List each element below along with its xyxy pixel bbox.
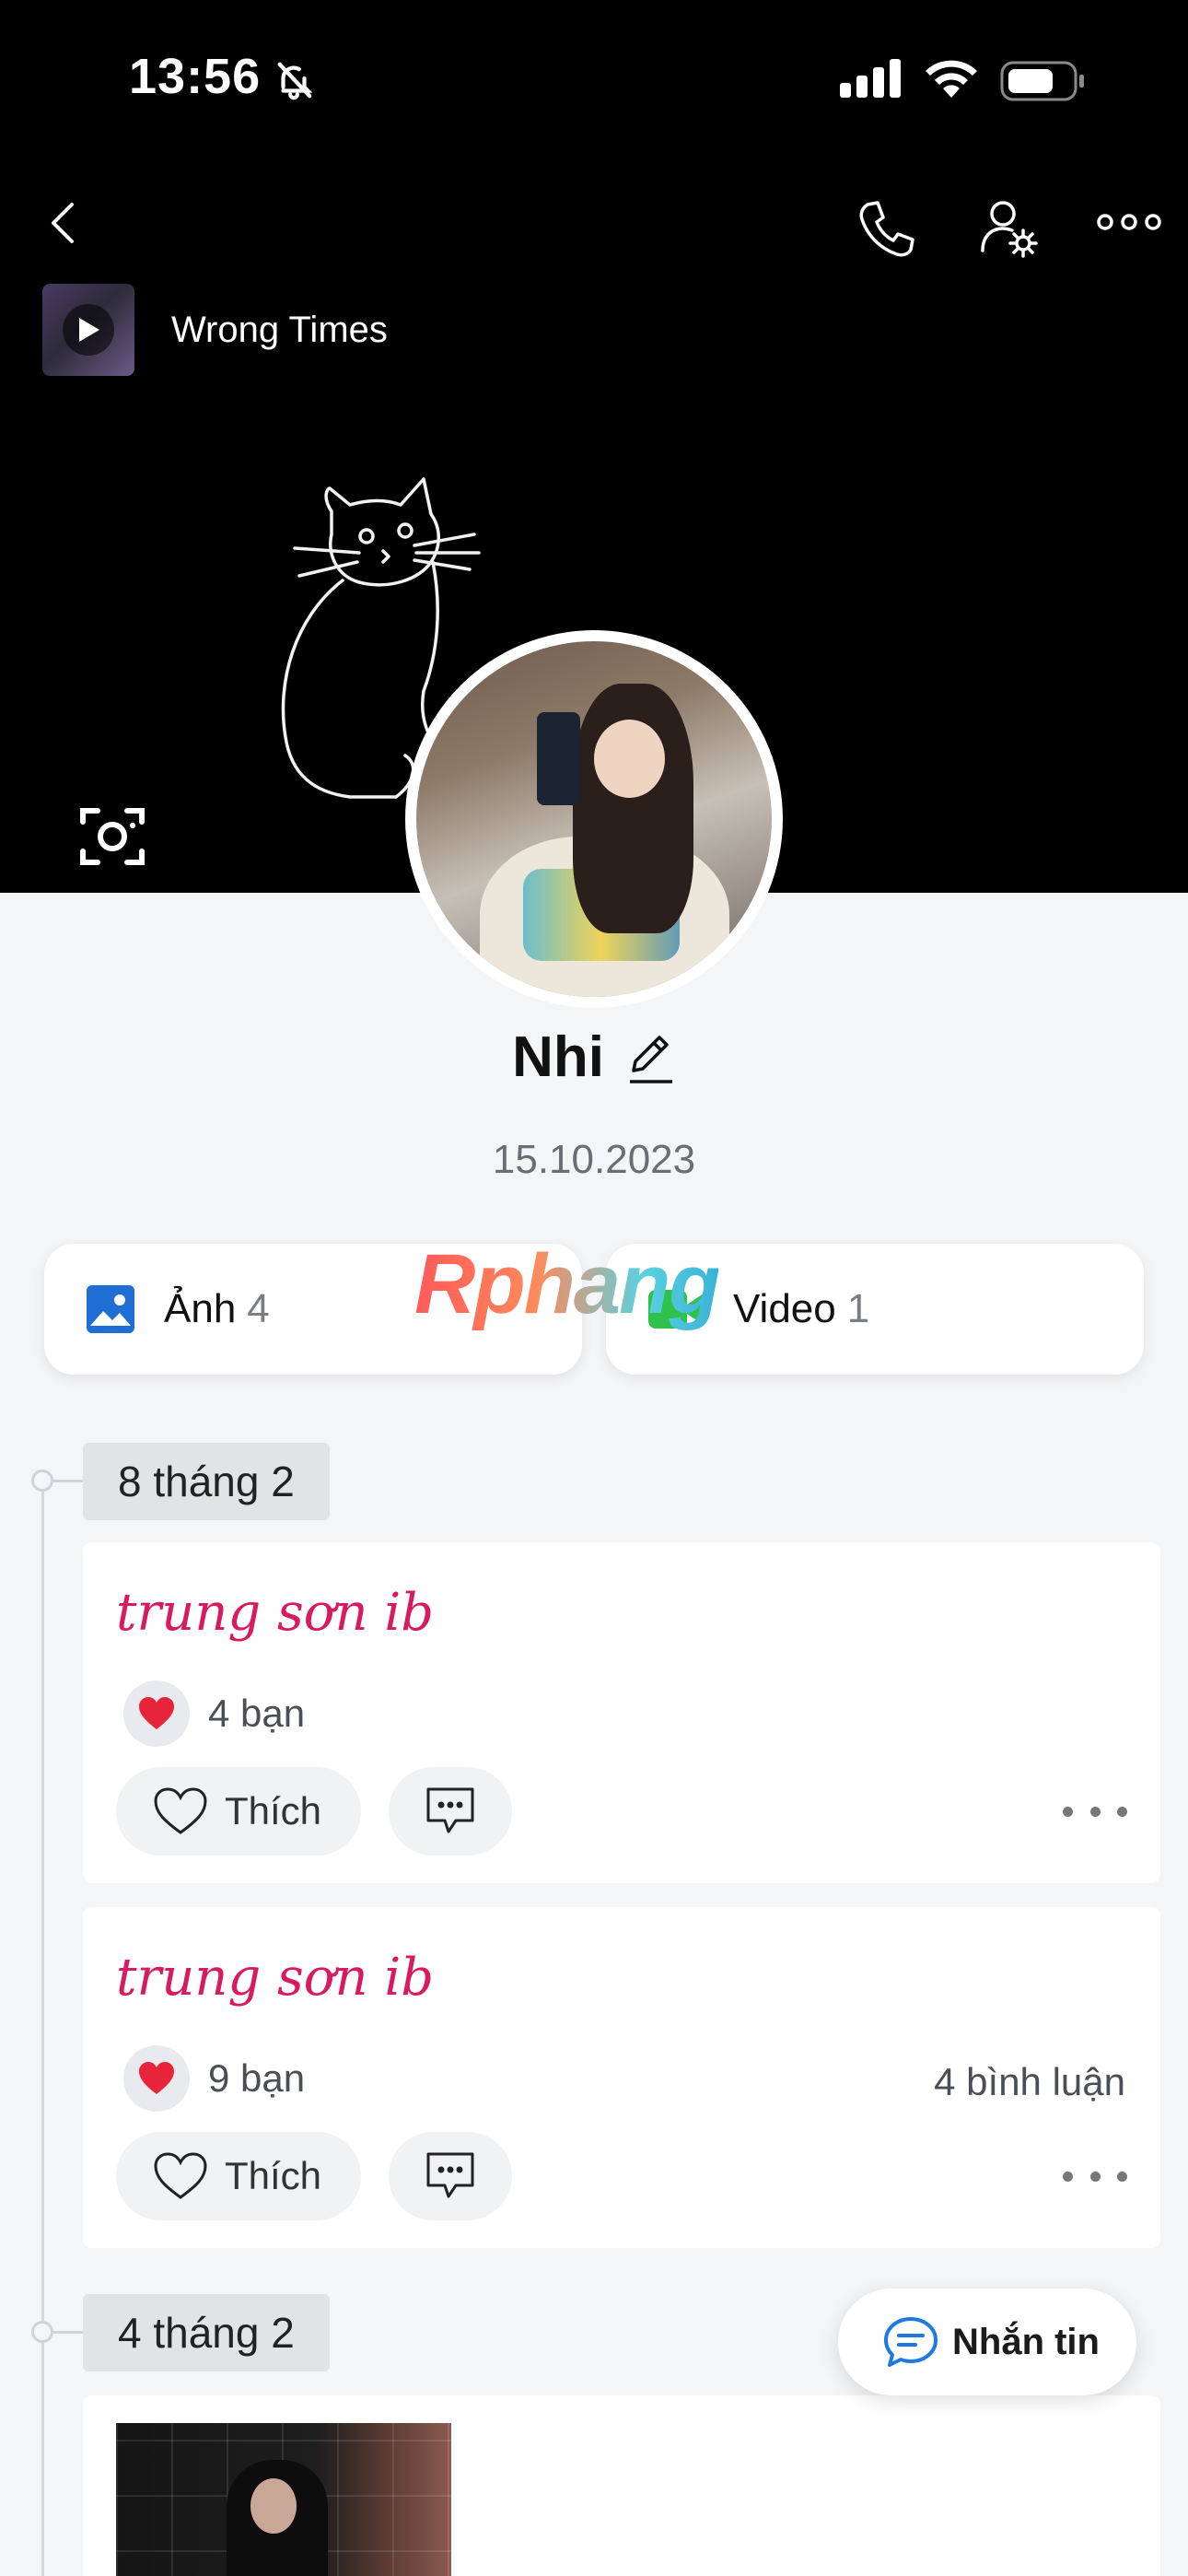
heart-reaction-icon xyxy=(123,2045,190,2112)
more-icon[interactable] xyxy=(1092,192,1166,265)
reaction-summary[interactable]: 9 bạn xyxy=(123,2045,305,2112)
avatar-photo xyxy=(416,641,772,997)
message-label: Nhắn tin xyxy=(952,2321,1100,2362)
timeline-line xyxy=(41,1481,44,2576)
post-text: trung sơn ib xyxy=(116,1948,435,2008)
date-header: 8 tháng 2 xyxy=(83,1443,330,1520)
photos-count: 4 xyxy=(247,1286,270,1331)
bell-off-icon xyxy=(277,62,313,100)
photo-post-card[interactable] xyxy=(83,2395,1160,2576)
comment-button[interactable] xyxy=(389,2132,512,2220)
comment-icon xyxy=(426,1787,474,1833)
videos-count: 1 xyxy=(846,1286,870,1331)
post-card[interactable]: trung sơn ib 4 bạn Thích xyxy=(83,1542,1160,1883)
user-settings-icon[interactable] xyxy=(972,192,1045,265)
music-cover xyxy=(42,284,134,376)
timeline-dot xyxy=(31,2321,53,2343)
videos-label: Video xyxy=(733,1286,836,1331)
chat-bubble-icon xyxy=(884,2317,938,2367)
profile-date: 15.10.2023 xyxy=(492,1137,696,1182)
avatar[interactable] xyxy=(405,630,783,1008)
like-button[interactable]: Thích xyxy=(116,1767,361,1856)
watermark: Rphang xyxy=(414,1237,720,1331)
comment-count[interactable]: 4 bình luận xyxy=(934,2060,1125,2104)
profile-name: Nhi xyxy=(512,1025,604,1089)
heart-reaction-icon xyxy=(123,1680,190,1747)
profile-music[interactable]: Wrong Times xyxy=(42,284,388,376)
heart-icon xyxy=(154,2152,207,2199)
timeline-dot xyxy=(31,1469,53,1492)
phone-icon[interactable] xyxy=(849,192,923,265)
post-more-icon[interactable] xyxy=(1063,2158,1127,2195)
signal-icon xyxy=(840,59,901,98)
post-more-icon[interactable] xyxy=(1063,1793,1127,1830)
message-button[interactable]: Nhắn tin xyxy=(838,2289,1136,2395)
photos-label: Ảnh xyxy=(164,1286,237,1331)
camera-rotate-icon[interactable] xyxy=(76,800,149,873)
post-text: trung sơn ib xyxy=(116,1583,435,1643)
like-label: Thích xyxy=(225,1789,322,1832)
profile-name-row: Nhi xyxy=(0,1025,1188,1090)
profile-screen: 13:56 Wrong Times Nhi 15.10.2023 Ảnh 4 V… xyxy=(0,0,1188,2576)
wifi-icon xyxy=(926,60,977,98)
post-photo[interactable] xyxy=(116,2423,451,2576)
music-title: Wrong Times xyxy=(171,309,388,350)
back-chevron-icon[interactable] xyxy=(37,195,92,251)
reaction-count: 4 bạn xyxy=(208,1692,306,1735)
like-button[interactable]: Thích xyxy=(116,2132,361,2220)
reaction-count: 9 bạn xyxy=(208,2056,306,2100)
timeline-tick xyxy=(52,1480,85,1482)
image-icon xyxy=(87,1285,134,1333)
edit-pencil-icon[interactable] xyxy=(624,1030,676,1085)
play-icon xyxy=(63,304,114,356)
timeline-tick xyxy=(52,2331,85,2334)
status-time: 13:56 xyxy=(129,49,262,104)
post-card[interactable]: trung sơn ib 9 bạn 4 bình luận Thích xyxy=(83,1907,1160,2248)
date-header: 4 tháng 2 xyxy=(83,2294,330,2371)
comment-button[interactable] xyxy=(389,1767,512,1856)
like-label: Thích xyxy=(225,2154,322,2197)
reaction-summary[interactable]: 4 bạn xyxy=(123,1680,305,1747)
heart-icon xyxy=(154,1787,207,1834)
battery-icon xyxy=(1000,61,1084,101)
comment-icon xyxy=(426,2152,474,2198)
